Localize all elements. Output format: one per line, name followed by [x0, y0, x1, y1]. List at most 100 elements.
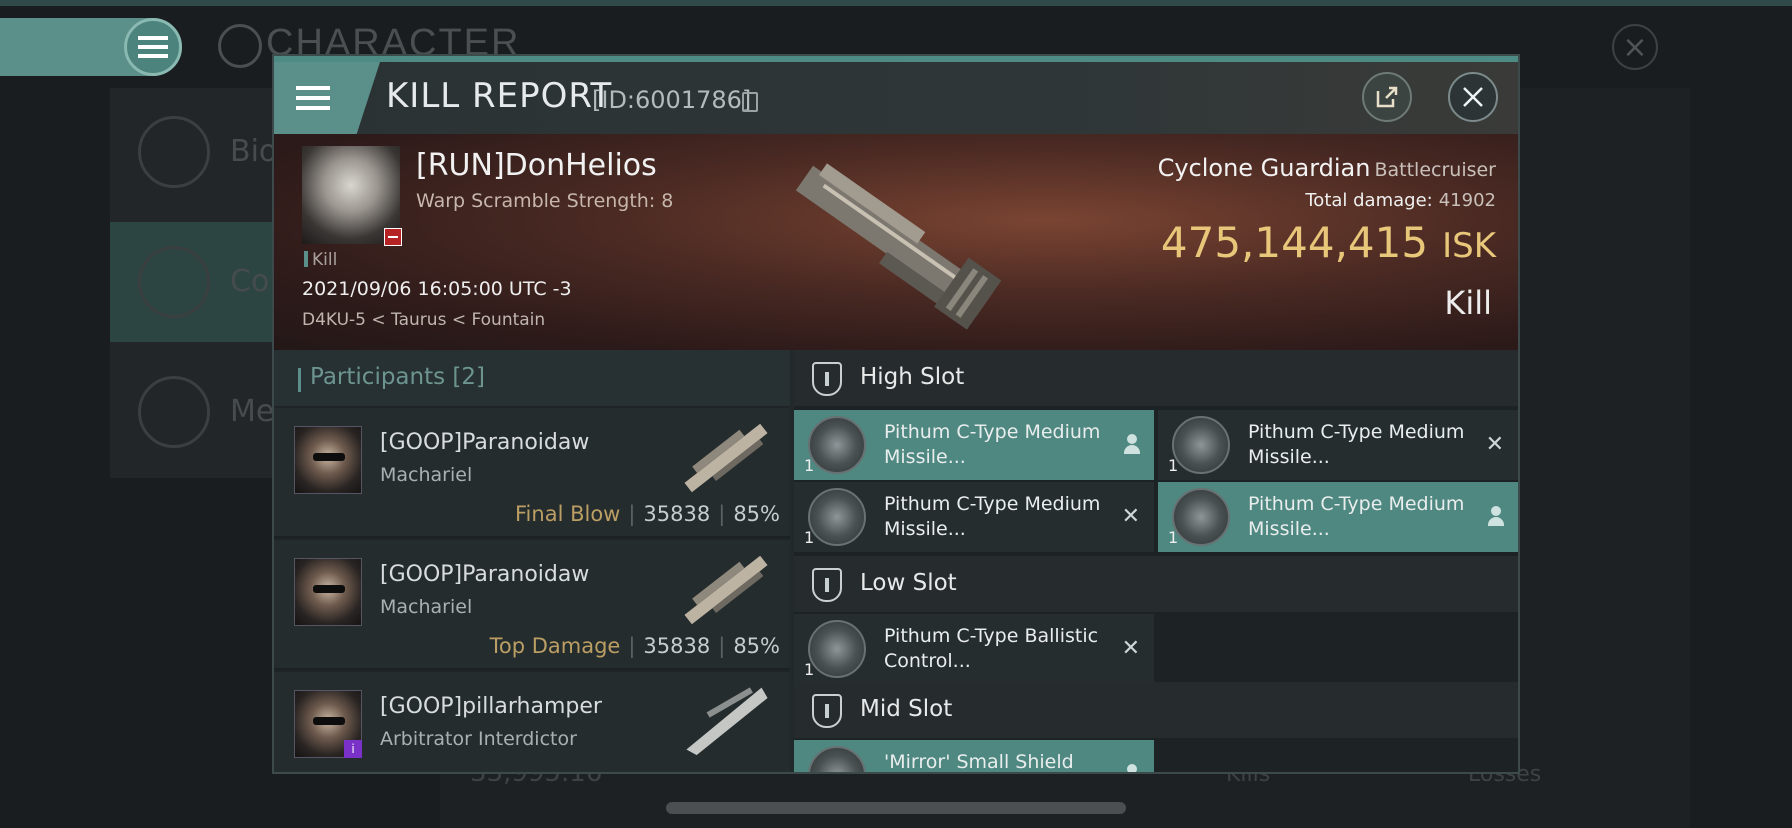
- ship-name-text: Cyclone Guardian: [1157, 154, 1371, 182]
- participant-damage: 35838: [643, 502, 711, 526]
- module-qty: 1: [1168, 528, 1179, 547]
- dropped-icon: [1488, 506, 1504, 528]
- total-damage-value: 41902: [1438, 190, 1496, 211]
- modal-menu-button[interactable]: [274, 62, 380, 134]
- participant-ship-image: [684, 555, 768, 625]
- module-name: Pithum C-Type Medium Missile...: [884, 493, 1101, 540]
- kill-location[interactable]: D4KU-5 < Taurus < Fountain: [302, 310, 545, 330]
- sidebar-item-label: Bio: [230, 134, 278, 169]
- destroyed-icon: ✕: [1121, 636, 1140, 661]
- participants-header: Participants [2]: [274, 350, 790, 406]
- isk-unit: ISK: [1442, 226, 1496, 266]
- participant-ship: Machariel: [380, 596, 473, 618]
- participant-ship: Arbitrator Interdictor: [380, 728, 577, 750]
- home-indicator[interactable]: [666, 802, 1126, 814]
- module-qty: 1: [1168, 456, 1179, 475]
- participants-count: [2]: [452, 364, 486, 390]
- ship-name[interactable]: Cyclone Guardian Battlecruiser: [1158, 154, 1496, 182]
- participant-row[interactable]: i [GOOP]pillarhamper Arbitrator Interdic…: [274, 672, 790, 772]
- combat-icon: [138, 246, 210, 318]
- module-qty: 1: [804, 456, 815, 475]
- module-item[interactable]: 1 Pithum C-Type Medium Missile... ✕: [794, 482, 1154, 552]
- participant-portrait: [294, 558, 362, 626]
- kill-id: [ID:6001786]: [592, 86, 752, 114]
- mid-slot-header: Mid Slot: [794, 682, 1518, 738]
- slot-label: High Slot: [860, 364, 965, 390]
- slot-label: Low Slot: [860, 570, 957, 596]
- victim-name[interactable]: [RUN]DonHelios: [416, 148, 657, 183]
- participants-panel: Participants [2] [GOOP]Paranoidaw Machar…: [274, 350, 790, 772]
- participant-percent: 85%: [733, 502, 780, 526]
- module-item[interactable]: 1 Pithum C-Type Medium Missile... ✕: [1158, 410, 1518, 480]
- module-item[interactable]: 1 Pithum C-Type Medium Missile...: [794, 410, 1154, 480]
- destroyed-icon: ✕: [1121, 504, 1140, 529]
- background-close-button[interactable]: ×: [1612, 24, 1658, 70]
- participant-ship-image: [684, 423, 768, 493]
- destroyed-icon: ✕: [1485, 432, 1504, 457]
- module-item[interactable]: 1 'Mirror' Small Shield: [794, 740, 1154, 773]
- ship-class: Battlecruiser: [1374, 159, 1496, 181]
- kill-date: 2021/09/06 16:05:00 UTC -3: [302, 278, 572, 300]
- participant-stats: Top Damage | 35838 | 85%: [489, 634, 780, 658]
- high-slot-icon: [812, 362, 842, 396]
- module-qty: 1: [804, 660, 815, 679]
- module-name: 'Mirror' Small Shield: [884, 751, 1074, 773]
- participant-percent: 85%: [733, 634, 780, 658]
- participant-portrait: i: [294, 690, 362, 758]
- participant-ship-image: [686, 687, 768, 756]
- star-icon: [138, 376, 210, 448]
- participant-name: [GOOP]Paranoidaw: [380, 430, 590, 455]
- hamburger-icon: [138, 36, 168, 58]
- module-name: Pithum C-Type Medium Missile...: [1248, 493, 1465, 540]
- dropped-icon: [1124, 764, 1140, 772]
- info-badge: i: [344, 740, 362, 758]
- mid-slot-icon: [812, 694, 842, 728]
- module-qty: 1: [804, 528, 815, 547]
- participant-row[interactable]: [GOOP]Paranoidaw Machariel Top Damage | 35…: [274, 540, 790, 670]
- missile-launcher-icon: [808, 416, 866, 474]
- missile-launcher-icon: [1172, 416, 1230, 474]
- participant-name: [GOOP]Paranoidaw: [380, 562, 590, 587]
- corporation-badge: [384, 228, 402, 246]
- victim-ship-image[interactable]: [774, 142, 1014, 342]
- kill-tag: Kill: [304, 250, 337, 270]
- ballistic-control-icon: [808, 620, 866, 678]
- background-menu-button[interactable]: [124, 18, 182, 76]
- final-blow-label: Final Blow: [515, 502, 621, 526]
- missile-launcher-icon: [1172, 488, 1230, 546]
- participant-damage: 35838: [643, 634, 711, 658]
- shield-extender-icon: [808, 746, 866, 772]
- hamburger-icon: [296, 86, 330, 110]
- module-name: Pithum C-Type Medium Missile...: [1248, 421, 1465, 468]
- header-accent: [298, 368, 301, 392]
- participant-portrait: [294, 426, 362, 494]
- copy-icon[interactable]: [742, 92, 758, 112]
- isk-amount: 475,144,415: [1160, 218, 1429, 267]
- participant-row[interactable]: [GOOP]Paranoidaw Machariel Final Blow | 35…: [274, 408, 790, 538]
- module-item[interactable]: 1 Pithum C-Type Medium Missile...: [1158, 482, 1518, 552]
- bio-icon: [138, 116, 210, 188]
- participant-ship: Machariel: [380, 464, 473, 486]
- kill-report-modal: KILL REPORT [ID:6001786] [RUN]DonHelios …: [272, 54, 1520, 774]
- total-damage: Total damage: 41902: [1305, 190, 1496, 211]
- fitting-panel: High Slot 1 Pithum C-Type Medium Missile…: [794, 350, 1518, 773]
- low-slot-header: Low Slot: [794, 556, 1518, 612]
- share-button[interactable]: [1362, 72, 1412, 122]
- victim-banner: [RUN]DonHelios Warp Scramble Strength: 8…: [274, 134, 1518, 350]
- module-item[interactable]: 1 Pithum C-Type Ballistic Control... ✕: [794, 614, 1154, 684]
- sidebar-item-label: Me: [230, 394, 275, 429]
- external-link-icon: [1376, 86, 1398, 108]
- top-accent-line: [0, 0, 1792, 6]
- close-icon: [1463, 87, 1483, 107]
- close-button[interactable]: [1448, 72, 1498, 122]
- module-name: Pithum C-Type Ballistic Control...: [884, 625, 1099, 672]
- character-icon: [218, 24, 262, 68]
- participant-stats: Final Blow | 35838 | 85%: [515, 502, 780, 526]
- high-slot-header: High Slot: [794, 350, 1518, 406]
- missile-launcher-icon: [808, 488, 866, 546]
- participants-title: Participants [2]: [310, 364, 485, 390]
- victim-detail: Warp Scramble Strength: 8: [416, 190, 674, 212]
- dropped-icon: [1124, 434, 1140, 456]
- total-damage-label: Total damage:: [1305, 190, 1433, 211]
- kill-type: Kill: [1444, 284, 1492, 322]
